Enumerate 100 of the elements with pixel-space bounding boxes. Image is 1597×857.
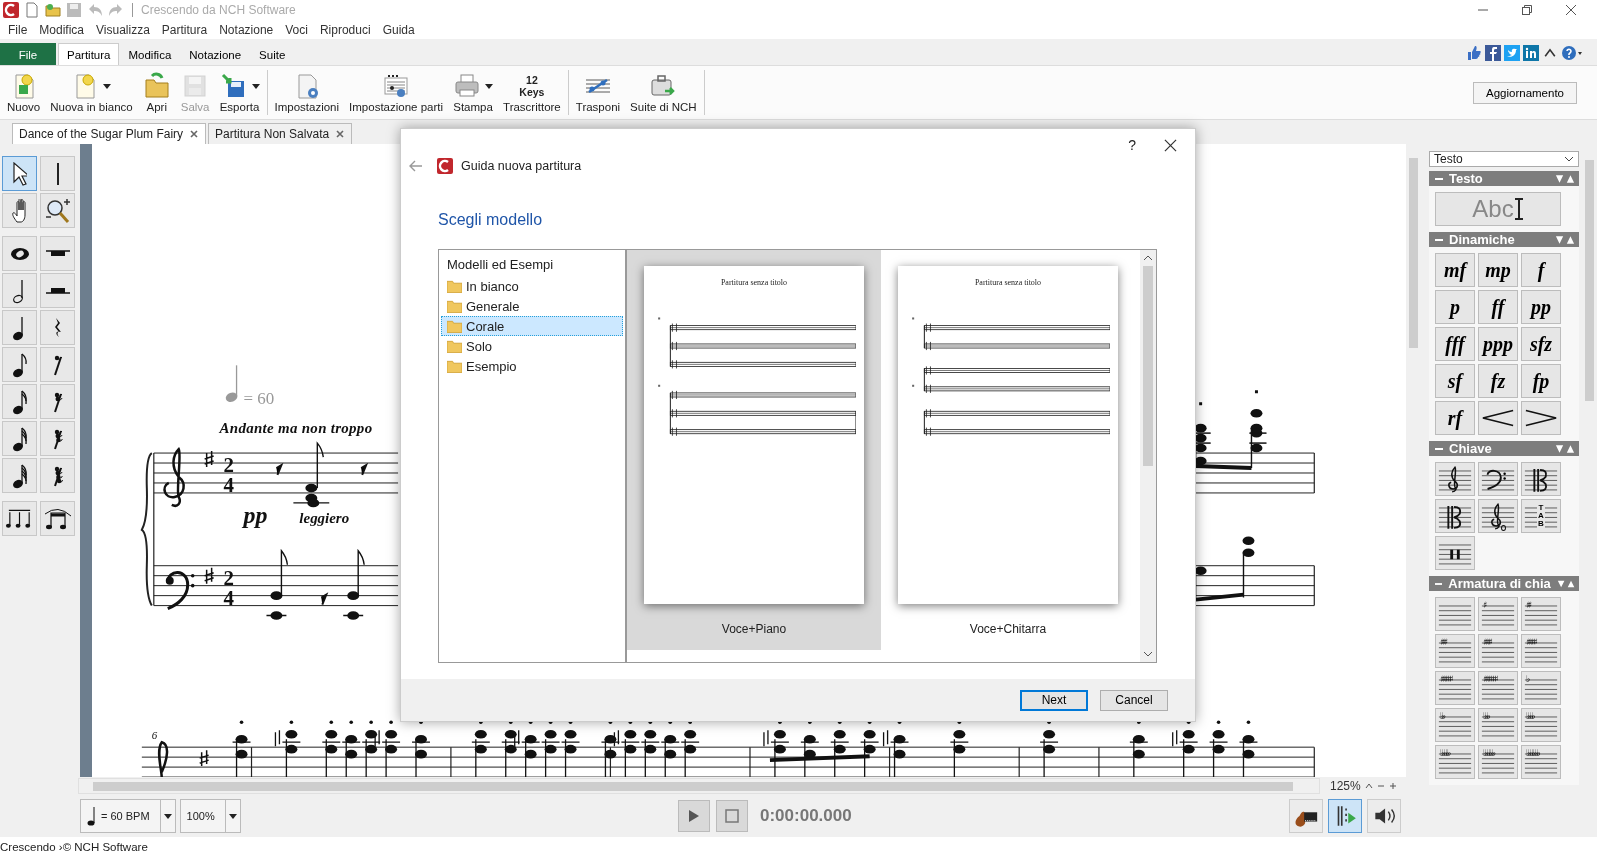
dynamic-button[interactable]: ppp: [1478, 327, 1518, 361]
tool-button[interactable]: [2, 421, 37, 456]
toolbar-button[interactable]: Esporta: [214, 70, 265, 115]
ribbon-tab[interactable]: File: [0, 43, 56, 65]
category-dropdown[interactable]: Testo: [1429, 151, 1579, 167]
tool-button[interactable]: [40, 384, 75, 419]
tool-button[interactable]: [40, 156, 75, 191]
key-signature-button[interactable]: ♭♭♭♭♭♭: [1478, 745, 1518, 779]
section-header[interactable]: Testo: [1429, 171, 1579, 186]
tree-item[interactable]: Corale: [441, 316, 623, 336]
key-signature-button[interactable]: ♯♯♯: [1435, 634, 1475, 668]
toolbar-button[interactable]: Nuova in bianco: [45, 70, 138, 115]
dynamic-button[interactable]: pp: [1521, 290, 1561, 324]
menu-item[interactable]: Modifica: [33, 22, 91, 37]
thumbs-up-icon[interactable]: [1466, 45, 1482, 61]
tool-button[interactable]: [2, 236, 37, 271]
toolbar-button[interactable]: Apri: [137, 70, 176, 115]
ribbon-tab[interactable]: Suite: [250, 43, 295, 65]
toolbar-button[interactable]: Trasponi: [570, 70, 626, 115]
dialog-button[interactable]: Next: [1020, 689, 1088, 711]
section-header[interactable]: Armatura di chia: [1429, 576, 1579, 591]
menu-item[interactable]: Voci: [279, 22, 314, 37]
tool-button[interactable]: [40, 347, 75, 382]
hairpin-button[interactable]: [1521, 401, 1561, 435]
tool-button[interactable]: [2, 501, 37, 536]
key-signature-button[interactable]: ♯♯♯♯♯: [1521, 634, 1561, 668]
dynamic-button[interactable]: fp: [1521, 364, 1561, 398]
tool-button[interactable]: [40, 421, 75, 456]
bird-icon[interactable]: [1504, 45, 1520, 61]
menu-item[interactable]: Visualizza: [90, 22, 156, 37]
tool-button[interactable]: [2, 347, 37, 382]
key-signature-button[interactable]: ♯♯: [1521, 597, 1561, 631]
toolbar-button[interactable]: Impostazione parti: [344, 70, 449, 115]
folder-icon[interactable]: [45, 2, 61, 18]
clef-button[interactable]: [1435, 499, 1475, 533]
tree-item[interactable]: In bianco: [441, 276, 623, 296]
dynamic-button[interactable]: f: [1521, 253, 1561, 287]
tree-root[interactable]: Modelli ed Esempi: [441, 255, 623, 276]
tool-button[interactable]: [2, 193, 37, 228]
zoom-dropdown[interactable]: 100%: [179, 799, 241, 833]
metronome-toggle[interactable]: [1328, 799, 1362, 833]
section-header[interactable]: Chiave: [1429, 441, 1579, 456]
dynamic-button[interactable]: fff: [1435, 327, 1475, 361]
social-square-icon[interactable]: [1485, 45, 1501, 61]
dynamic-button[interactable]: ff: [1478, 290, 1518, 324]
section-header[interactable]: Dinamiche: [1429, 232, 1579, 247]
key-signature-button[interactable]: ♯♯♯♯♯♯: [1435, 671, 1475, 705]
help-button[interactable]: ?: [1128, 137, 1136, 153]
hairpin-button[interactable]: [1478, 401, 1518, 435]
tool-button[interactable]: [2, 310, 37, 345]
dynamic-button[interactable]: fz: [1478, 364, 1518, 398]
key-signature-button[interactable]: ♭♭♭♭: [1521, 708, 1561, 742]
template-card[interactable]: Partitura senza titolo Voce+Chitarra: [881, 250, 1135, 650]
toolbar-button[interactable]: Nuovo: [2, 70, 46, 115]
close-icon[interactable]: [1565, 4, 1577, 16]
menu-item[interactable]: Partitura: [155, 22, 214, 37]
instruments-button[interactable]: [1289, 799, 1323, 833]
close-icon[interactable]: [1164, 138, 1177, 152]
close-icon[interactable]: [189, 129, 200, 139]
menu-item[interactable]: Guida: [376, 22, 421, 37]
collapse-icon[interactable]: [1364, 782, 1373, 790]
dynamic-button[interactable]: p: [1435, 290, 1475, 324]
tree-item[interactable]: Solo: [441, 336, 623, 356]
toolbar-button[interactable]: Stampa: [448, 70, 499, 115]
update-button[interactable]: Aggiornamento: [1473, 81, 1577, 104]
vertical-scrollbar[interactable]: [1140, 250, 1156, 662]
tool-button[interactable]: [40, 273, 75, 308]
dynamic-button[interactable]: sf: [1435, 364, 1475, 398]
back-arrow-icon[interactable]: [409, 160, 423, 172]
clef-button[interactable]: TAB: [1521, 499, 1561, 533]
menu-item[interactable]: Riproduci: [313, 22, 377, 37]
ribbon-tab[interactable]: Modifica: [119, 43, 181, 65]
tool-button[interactable]: [40, 458, 75, 493]
key-signature-button[interactable]: ♭♭♭♭♭♭♭: [1521, 745, 1561, 779]
clef-button[interactable]: [1478, 499, 1518, 533]
key-signature-button[interactable]: ♯♯♯♯♯♯♯: [1478, 671, 1518, 705]
document-tab[interactable]: Dance of the Sugar Plum Fairy: [12, 123, 207, 144]
dynamic-button[interactable]: mf: [1435, 253, 1475, 287]
tool-button[interactable]: [2, 156, 37, 191]
tool-button[interactable]: [2, 384, 37, 419]
key-signature-button[interactable]: ♭♭♭♭♭: [1435, 745, 1475, 779]
clef-button[interactable]: [1435, 462, 1475, 496]
tool-button[interactable]: [40, 236, 75, 271]
help-icon[interactable]: [1561, 45, 1583, 61]
zoom-in-icon[interactable]: [1388, 782, 1397, 790]
ribbon-tab[interactable]: Partitura: [58, 43, 120, 65]
tree-item[interactable]: Generale: [441, 296, 623, 316]
template-card[interactable]: Partitura senza titolo Voce+Piano: [627, 250, 881, 650]
new-file-icon[interactable]: [24, 2, 40, 18]
speaker-button[interactable]: [1367, 799, 1401, 833]
horizontal-scrollbar[interactable]: [78, 778, 1320, 794]
restore-icon[interactable]: [1521, 4, 1533, 16]
network-square-icon[interactable]: [1523, 45, 1539, 61]
arrow-down-icon[interactable]: [1143, 651, 1153, 657]
toolbar-button[interactable]: Suite di NCH: [625, 70, 702, 115]
dialog-button[interactable]: Cancel: [1100, 689, 1168, 711]
key-signature-button[interactable]: [1435, 597, 1475, 631]
tool-button[interactable]: [40, 501, 75, 536]
key-signature-button[interactable]: ♯: [1478, 597, 1518, 631]
key-signature-button[interactable]: ♭♭: [1435, 708, 1475, 742]
